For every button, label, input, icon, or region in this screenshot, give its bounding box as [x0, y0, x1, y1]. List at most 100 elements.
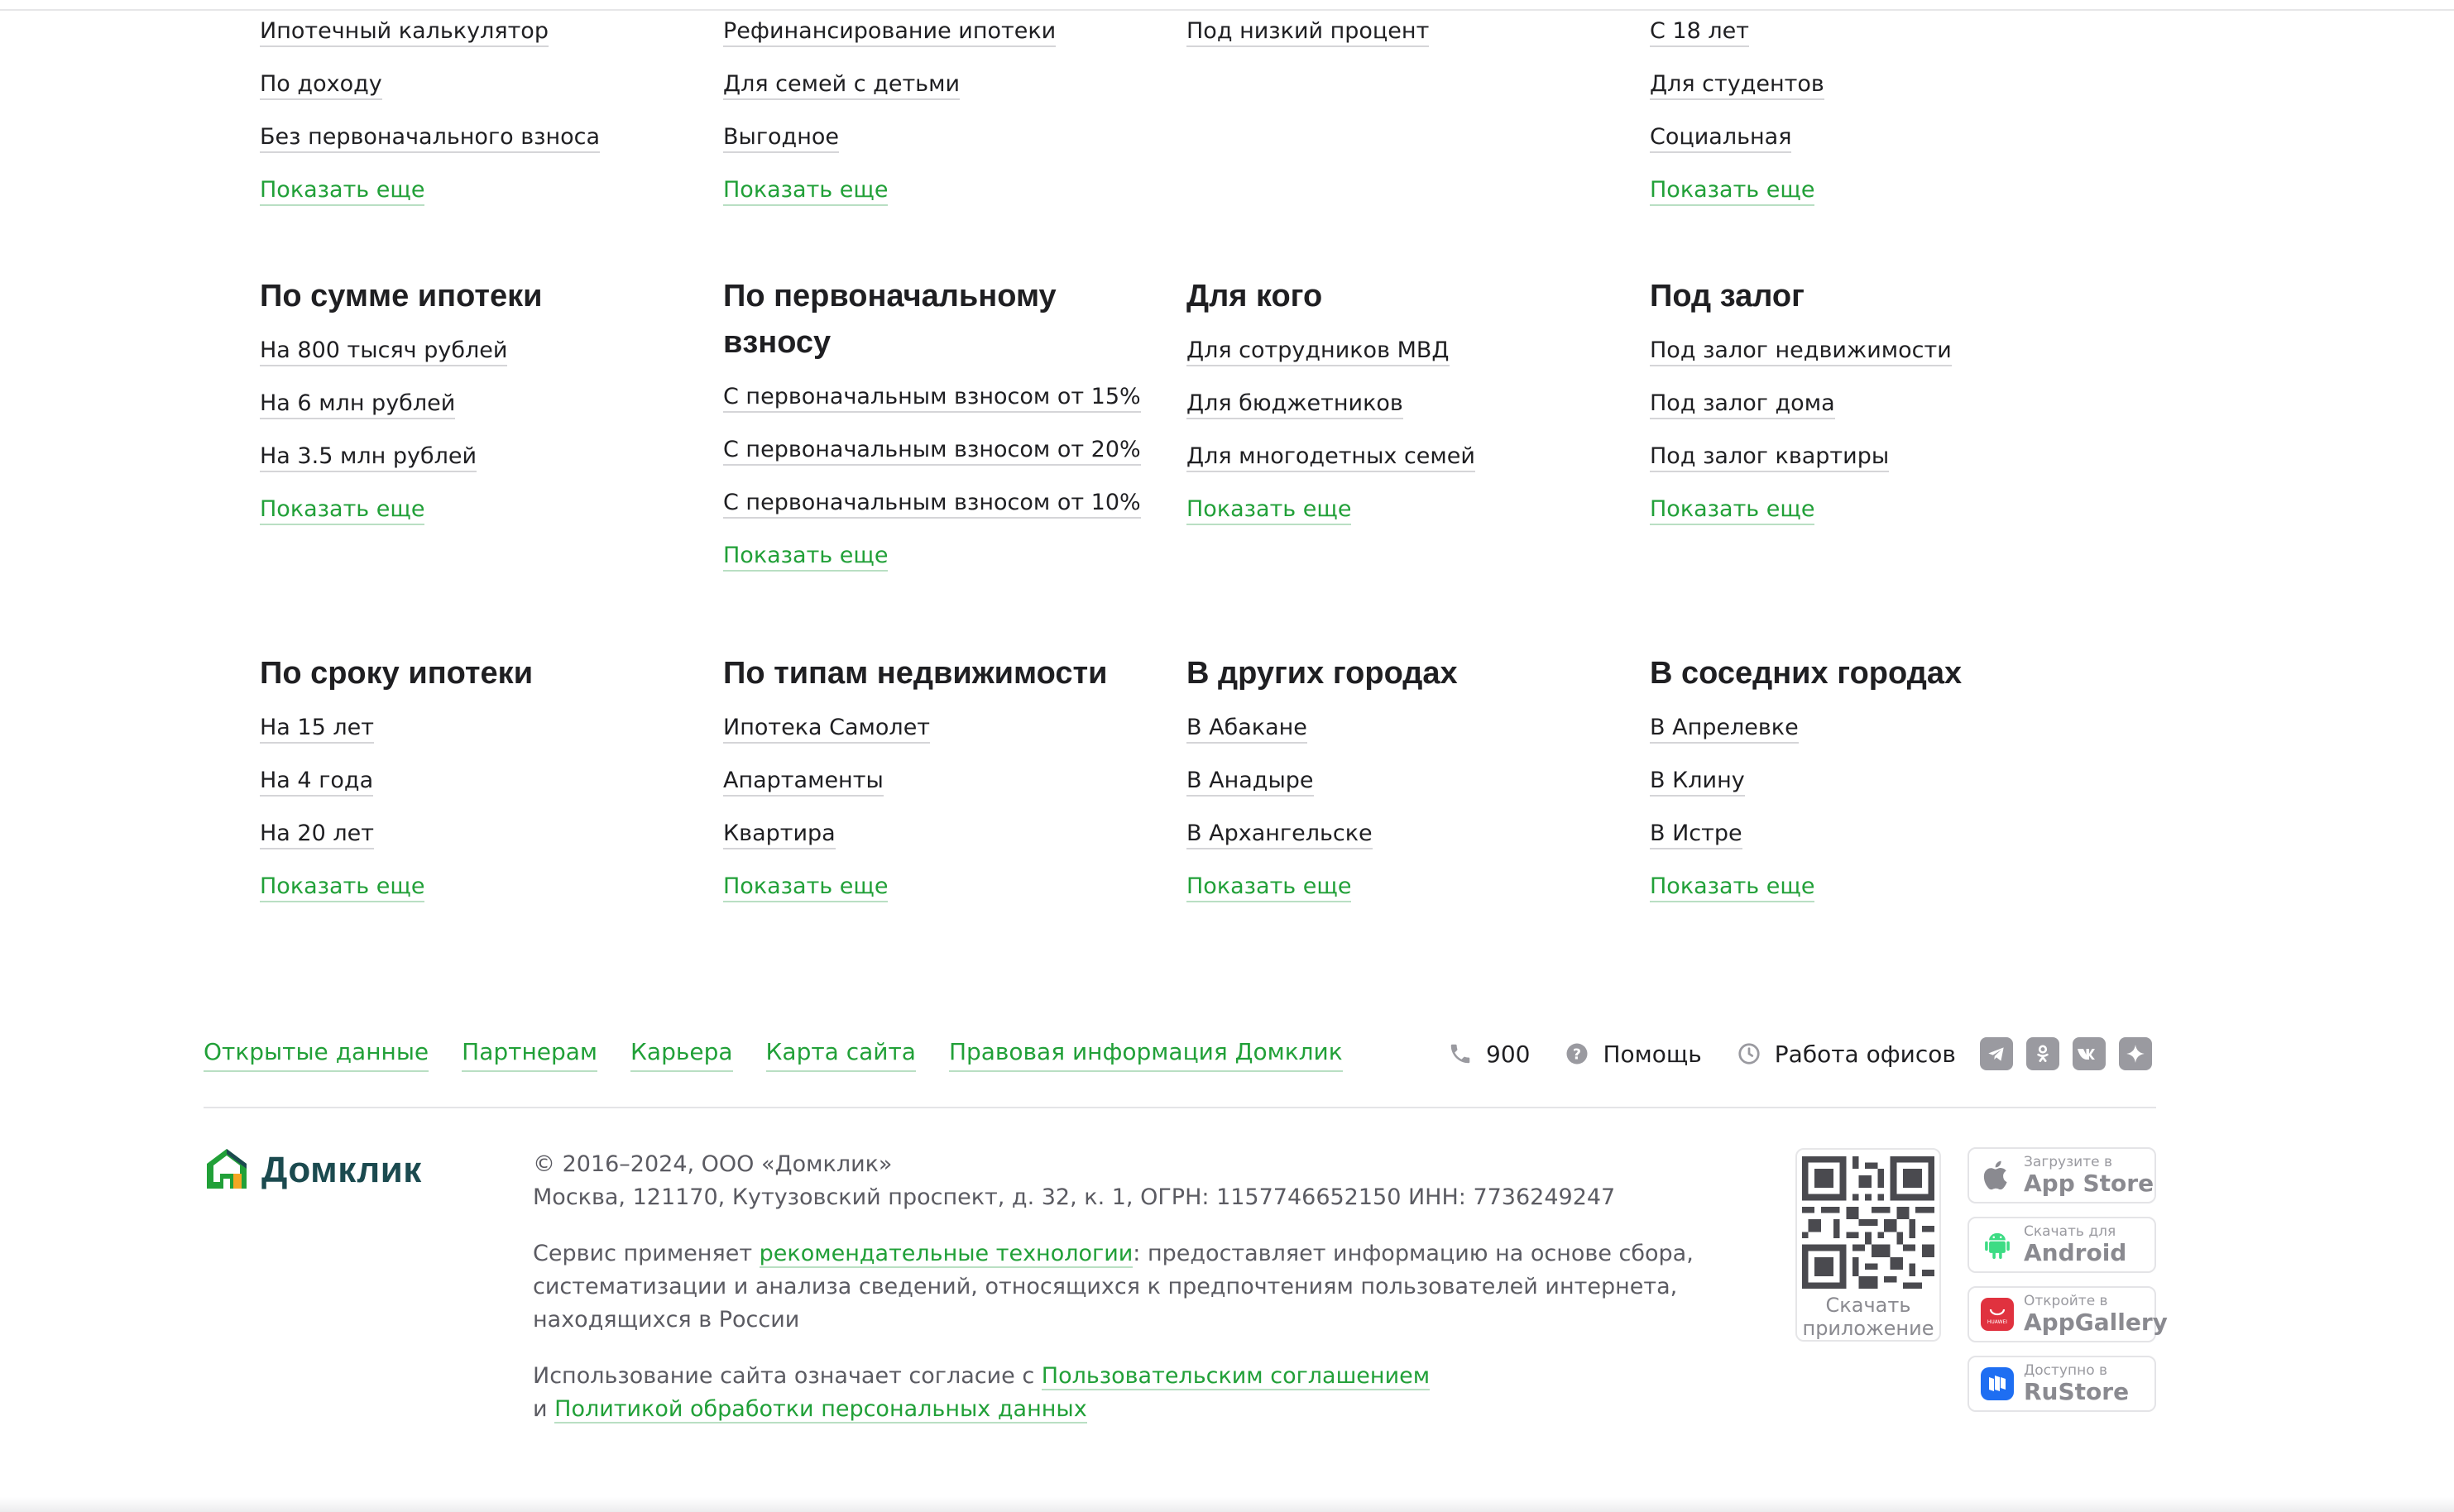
- link-down-15[interactable]: С первоначальным взносом от 15%: [723, 384, 1141, 413]
- show-more-link[interactable]: Показать еще: [1650, 496, 1815, 525]
- list-item: На 4 года: [260, 764, 707, 817]
- list-item: Ипотека Самолет: [723, 711, 1170, 764]
- link-collateral-realty[interactable]: Под залог недвижимости: [1650, 337, 1952, 366]
- brand-logo[interactable]: Домклик: [204, 1146, 422, 1195]
- link-low-rate[interactable]: Под низкий процент: [1186, 18, 1430, 47]
- link-aprelevka[interactable]: В Апрелевке: [1650, 715, 1799, 744]
- link-flat[interactable]: Квартира: [723, 821, 836, 849]
- link-students[interactable]: Для студентов: [1650, 71, 1824, 100]
- link-large-families[interactable]: Для многодетных семей: [1186, 443, 1475, 472]
- link-anadyr[interactable]: В Анадыре: [1186, 768, 1314, 797]
- link-mvd[interactable]: Для сотрудников МВД: [1186, 337, 1450, 366]
- list-item: Ипотечный калькулятор: [260, 15, 707, 68]
- android-store-button[interactable]: Скачать для Android: [1968, 1217, 2156, 1273]
- telegram-icon[interactable]: [1980, 1037, 2013, 1070]
- section-title: В других городах: [1186, 656, 1458, 691]
- user-agreement-link[interactable]: Пользовательским соглашением: [1041, 1363, 1431, 1390]
- section-by-down-payment: По первоначальному взносу С первоначальн…: [723, 273, 1141, 592]
- footer-link-open-data[interactable]: Открытые данные: [204, 1036, 429, 1072]
- show-more-link[interactable]: Показать еще: [1186, 873, 1352, 902]
- link-apartments[interactable]: Апартаменты: [723, 768, 884, 797]
- list-item: Показать еще: [1650, 870, 2097, 923]
- list-item: С первоначальным взносом от 15%: [723, 380, 1141, 433]
- link-istra[interactable]: В Истре: [1650, 821, 1742, 849]
- list-item: На 15 лет: [260, 711, 707, 764]
- link-down-10[interactable]: С первоначальным взносом от 10%: [723, 490, 1141, 519]
- ok-icon[interactable]: [2026, 1037, 2059, 1070]
- list-item: На 800 тысяч рублей: [260, 334, 707, 387]
- footer-contacts: 900 ? Помощь Работа офисов: [1448, 1036, 1956, 1072]
- list-item: По доходу: [260, 68, 707, 121]
- section-title: Для кого: [1186, 279, 1323, 313]
- link-3-5mln[interactable]: На 3.5 млн рублей: [260, 443, 477, 472]
- list-item: Под низкий процент: [1186, 15, 1633, 68]
- link-klin[interactable]: В Клину: [1650, 768, 1745, 797]
- list-item: Показать еще: [260, 174, 707, 227]
- link-800k[interactable]: На 800 тысяч рублей: [260, 337, 508, 366]
- link-arkhangelsk[interactable]: В Архангельске: [1186, 821, 1373, 849]
- list-item: Показать еще: [1186, 493, 1633, 546]
- show-more-link[interactable]: Показать еще: [260, 177, 425, 206]
- link-mortgage-calculator[interactable]: Ипотечный калькулятор: [260, 18, 549, 47]
- footer-link-legal[interactable]: Правовая информация Домклик: [948, 1036, 1343, 1072]
- link-down-20[interactable]: С первоначальным взносом от 20%: [723, 437, 1141, 466]
- link-families[interactable]: Для семей с детьми: [723, 71, 961, 100]
- section-title: В соседних городах: [1650, 656, 1963, 691]
- section-title: По первоначальному взносу: [723, 279, 1057, 360]
- qr-download-card[interactable]: Скачать приложение: [1795, 1148, 1941, 1342]
- phone-contact[interactable]: 900: [1448, 1041, 1530, 1068]
- rustore-button[interactable]: Доступно в RuStore: [1968, 1356, 2156, 1412]
- link-samolet[interactable]: Ипотека Самолет: [723, 715, 931, 744]
- link-budget[interactable]: Для бюджетников: [1186, 390, 1403, 419]
- show-more-link[interactable]: Показать еще: [1650, 873, 1815, 902]
- footer-link-career[interactable]: Карьера: [630, 1036, 733, 1072]
- help-contact[interactable]: ? Помощь: [1565, 1041, 1702, 1068]
- show-more-link[interactable]: Показать еще: [723, 543, 889, 572]
- link-6mln[interactable]: На 6 млн рублей: [260, 390, 456, 419]
- show-more-link[interactable]: Показать еще: [260, 873, 425, 902]
- list-item: Показать еще: [723, 870, 1170, 923]
- link-by-income[interactable]: По доходу: [260, 71, 382, 100]
- footer-link-sitemap[interactable]: Карта сайта: [765, 1036, 916, 1072]
- link-from-18[interactable]: С 18 лет: [1650, 18, 1749, 47]
- privacy-policy-link[interactable]: Политикой обработки персональных данных: [554, 1396, 1087, 1423]
- list-item: На 20 лет: [260, 817, 707, 870]
- sparkle-icon[interactable]: [2119, 1037, 2152, 1070]
- list-item: Под залог дома: [1650, 387, 2097, 440]
- app-store-button[interactable]: Загрузите в App Store: [1968, 1147, 2156, 1203]
- show-more-link[interactable]: Показать еще: [1650, 177, 1815, 206]
- section-title: Под залог: [1650, 279, 1805, 313]
- link-20-years[interactable]: На 20 лет: [260, 821, 374, 849]
- help-icon: ?: [1565, 1041, 1589, 1066]
- link-no-down-payment[interactable]: Без первоначального взноса: [260, 124, 601, 153]
- list-item: Показать еще: [723, 174, 1170, 227]
- appgallery-button[interactable]: HUAWEI Откройте в AppGallery: [1968, 1286, 2168, 1342]
- link-4-years[interactable]: На 4 года: [260, 768, 374, 797]
- link-abakan[interactable]: В Абакане: [1186, 715, 1307, 744]
- list-item: Под залог недвижимости: [1650, 334, 2097, 387]
- link-refinancing[interactable]: Рефинансирование ипотеки: [723, 18, 1057, 47]
- offices-contact[interactable]: Работа офисов: [1737, 1041, 1956, 1068]
- list-item: Показать еще: [1650, 174, 2097, 227]
- show-more-link[interactable]: Показать еще: [723, 873, 889, 902]
- list-item: В Апрелевке: [1650, 711, 2097, 764]
- list-item: Квартира: [723, 817, 1170, 870]
- store-caption: Скачать для: [2024, 1223, 2116, 1240]
- vk-icon[interactable]: [2073, 1037, 2106, 1070]
- link-15-years[interactable]: На 15 лет: [260, 715, 374, 744]
- bottom-edge: [0, 1497, 2454, 1512]
- show-more-link[interactable]: Показать еще: [723, 177, 889, 206]
- recommendation-tech-link[interactable]: рекомендательные технологии: [759, 1241, 1134, 1268]
- link-collateral-house[interactable]: Под залог дома: [1650, 390, 1835, 419]
- link-collateral-flat[interactable]: Под залог квартиры: [1650, 443, 1890, 472]
- show-more-link[interactable]: Показать еще: [260, 496, 425, 525]
- list-item: Выгодное: [723, 121, 1170, 174]
- footer-link-partners[interactable]: Партнерам: [462, 1036, 598, 1072]
- clock-icon: [1737, 1041, 1761, 1066]
- link-social[interactable]: Социальная: [1650, 124, 1792, 153]
- link-profitable[interactable]: Выгодное: [723, 124, 839, 153]
- list-item: Для студентов: [1650, 68, 2097, 121]
- store-name: Android: [2024, 1239, 2127, 1266]
- show-more-link[interactable]: Показать еще: [1186, 496, 1352, 525]
- store-name: App Store: [2024, 1170, 2154, 1197]
